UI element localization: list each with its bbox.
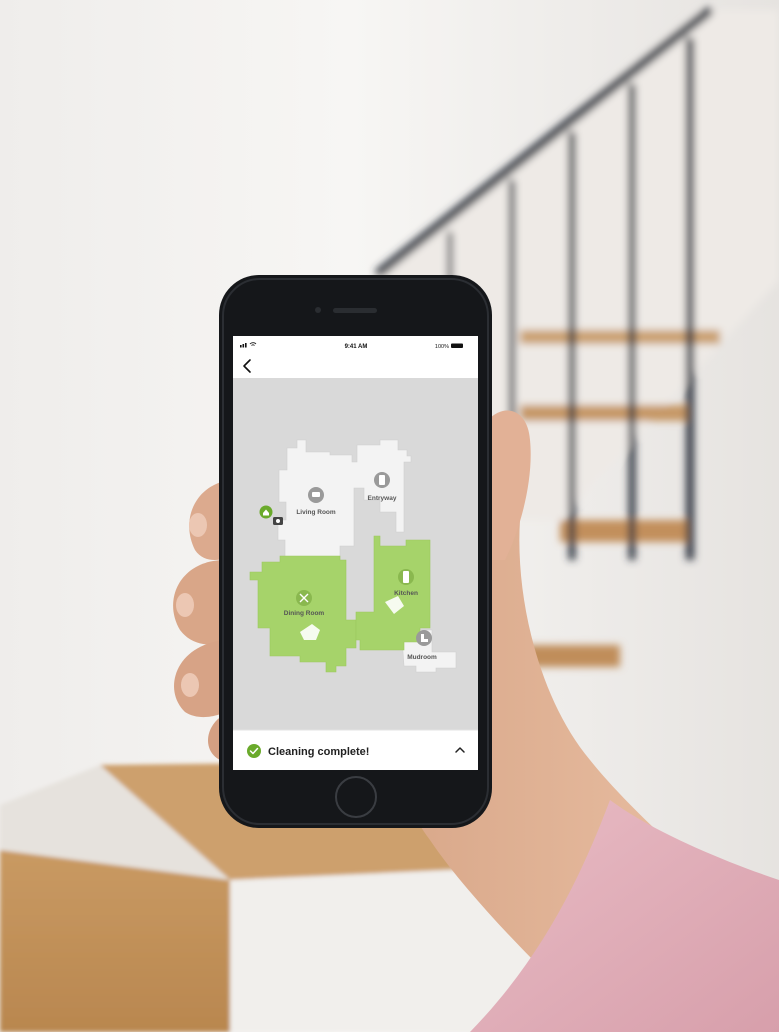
robot-dock-icon xyxy=(273,517,283,525)
photo-scene: 9:41 AM 100% Living Room Entryway Dining… xyxy=(0,0,779,1032)
home-button[interactable] xyxy=(335,776,377,818)
room-label-kitchen: Kitchen xyxy=(394,590,418,597)
cleaning-status-text: Cleaning complete! xyxy=(268,746,369,758)
battery-icon xyxy=(451,343,463,348)
room-label-mudroom: Mudroom xyxy=(407,654,437,661)
room-label-entryway: Entryway xyxy=(368,495,397,502)
check-circle-icon xyxy=(247,744,261,758)
room-label-living-room: Living Room xyxy=(296,509,336,516)
battery-percent: 100% xyxy=(435,344,449,350)
bottom-sheet[interactable]: Cleaning complete! xyxy=(233,729,478,770)
map-area xyxy=(233,378,478,730)
phone-screen: 9:41 AM 100% Living Room Entryway Dining… xyxy=(233,336,478,770)
status-time: 9:41 AM xyxy=(345,344,368,350)
home-base-marker[interactable] xyxy=(259,505,273,519)
room-label-dining-room: Dining Room xyxy=(284,610,325,617)
